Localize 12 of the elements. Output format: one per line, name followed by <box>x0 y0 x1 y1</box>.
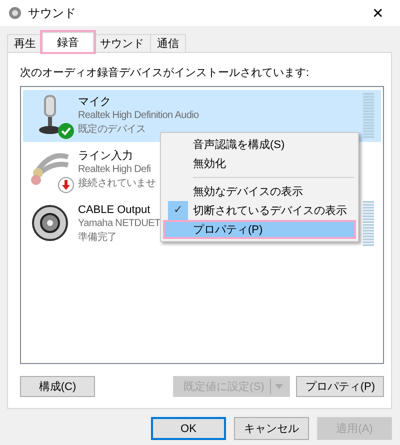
instruction-text: 次のオーディオ録音デバイスがインストールされています: <box>20 66 310 80</box>
device-driver: Realtek High Definition Audio <box>78 109 199 123</box>
device-driver: Yamaha NETDUET <box>78 217 160 231</box>
device-name: CABLE Output <box>78 203 150 217</box>
window-title: サウンド <box>28 4 77 22</box>
check-icon: ✓ <box>168 201 188 220</box>
device-name: マイク <box>78 95 111 109</box>
device-status: 接続されていませ <box>78 177 156 191</box>
device-name: ライン入力 <box>78 149 133 163</box>
device-driver: Realtek High Defi <box>78 163 151 177</box>
device-status: 既定のデバイス <box>78 123 146 137</box>
device-status: 準備完了 <box>78 231 117 245</box>
